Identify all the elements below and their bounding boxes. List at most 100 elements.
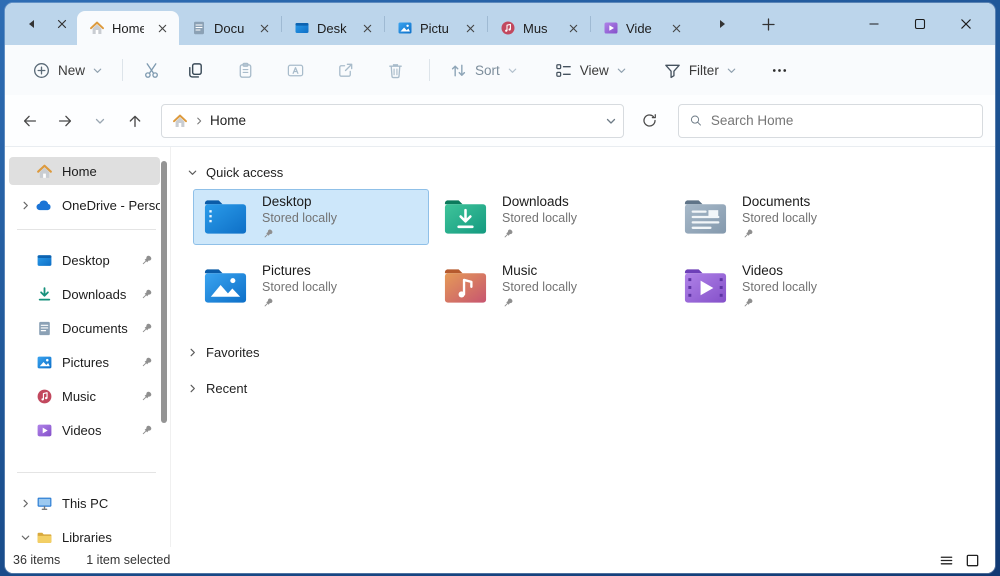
collapse-chevron-icon[interactable] (15, 532, 35, 543)
tab-scroll-left-button[interactable] (17, 9, 47, 39)
videos-icon (603, 20, 619, 36)
music-icon (35, 387, 53, 405)
sidebar-divider (17, 229, 156, 230)
plus-circle-icon (32, 61, 51, 80)
tab-close-icon[interactable] (562, 17, 584, 39)
sidebar-item-documents[interactable]: Documents (9, 314, 160, 342)
chevron-down-icon (726, 65, 737, 76)
tab-desktop[interactable]: Desk (282, 11, 384, 45)
scissors-icon (142, 61, 161, 80)
sidebar-item-libraries[interactable]: Libraries (9, 523, 160, 551)
sidebar-item-downloads[interactable]: Downloads (9, 280, 160, 308)
folder-tile-downloads[interactable]: Downloads Stored locally (433, 189, 669, 245)
filter-button[interactable]: Filter (654, 54, 746, 87)
pin-icon (140, 390, 154, 403)
tab-music[interactable]: Mus (488, 11, 590, 45)
address-bar[interactable]: Home (161, 104, 624, 138)
section-quick-access[interactable]: Quick access (187, 161, 995, 183)
view-button[interactable]: View (545, 54, 636, 87)
sidebar-item-music[interactable]: Music (9, 382, 160, 410)
cut-button[interactable] (133, 53, 169, 87)
folder-status: Stored locally (262, 280, 337, 296)
tab-documents[interactable]: Docu (179, 11, 281, 45)
sidebar-scrollbar[interactable] (161, 161, 167, 423)
tab-close-icon[interactable] (356, 17, 378, 39)
section-recent[interactable]: Recent (187, 377, 995, 399)
view-list-icon (554, 61, 573, 80)
window-controls (851, 3, 989, 45)
pictures-folder-icon (202, 266, 249, 306)
folder-tile-pictures[interactable]: Pictures Stored locally (193, 258, 429, 314)
sidebar-item-onedrive[interactable]: OneDrive - Perso (9, 191, 160, 219)
sort-button[interactable]: Sort (440, 54, 527, 87)
share-button[interactable] (327, 53, 363, 87)
desktop-folder-icon (202, 197, 249, 237)
more-options-button[interactable] (762, 53, 798, 87)
large-icons-view-button[interactable] (959, 550, 985, 570)
up-button[interactable] (118, 105, 151, 137)
tab-overflow-close-button[interactable] (47, 9, 77, 39)
new-button-label: New (58, 63, 85, 78)
new-button[interactable]: New (23, 54, 112, 87)
breadcrumb[interactable]: Home (210, 113, 246, 128)
close-button[interactable] (943, 6, 989, 42)
minimize-button[interactable] (851, 6, 897, 42)
tab-close-icon[interactable] (151, 17, 173, 39)
copy-button[interactable] (177, 53, 213, 87)
expand-chevron-icon (187, 383, 198, 394)
expand-chevron-icon[interactable] (15, 200, 35, 211)
back-button[interactable] (13, 105, 46, 137)
sort-arrows-icon (449, 61, 468, 80)
tab-home[interactable]: Home (77, 11, 179, 45)
maximize-button[interactable] (897, 6, 943, 42)
tab-close-icon[interactable] (253, 17, 275, 39)
music-folder-icon (442, 266, 489, 306)
downloads-icon (35, 285, 53, 303)
search-icon (689, 113, 703, 128)
sidebar-item-label: Downloads (62, 287, 140, 302)
section-favorites[interactable]: Favorites (187, 341, 995, 363)
address-dropdown-icon[interactable] (605, 115, 617, 127)
sidebar-item-label: OneDrive - Perso (62, 198, 160, 213)
folder-tile-desktop[interactable]: Desktop Stored locally (193, 189, 429, 245)
tab-close-icon[interactable] (459, 17, 481, 39)
sidebar-item-videos[interactable]: Videos (9, 416, 160, 444)
folder-name: Music (502, 263, 577, 280)
details-view-button[interactable] (933, 550, 959, 570)
paste-button[interactable] (227, 53, 263, 87)
items-count: 36 items (13, 553, 60, 567)
delete-button[interactable] (377, 53, 413, 87)
sidebar-item-label: Documents (62, 321, 140, 336)
expand-chevron-icon[interactable] (15, 498, 35, 509)
content-pane: Quick access Desktop Stored locally Down… (170, 147, 995, 547)
sidebar-item-desktop[interactable]: Desktop (9, 246, 160, 274)
folder-tile-music[interactable]: Music Stored locally (433, 258, 669, 314)
folder-tile-videos[interactable]: Videos Stored locally (673, 258, 909, 314)
music-icon (500, 20, 516, 36)
folder-tile-documents[interactable]: Documents Stored locally (673, 189, 909, 245)
refresh-button[interactable] (632, 105, 666, 137)
pictures-icon (397, 20, 413, 36)
section-label: Quick access (206, 165, 283, 180)
clipboard-icon (236, 61, 255, 80)
desktop-icon (294, 20, 310, 36)
this-pc-icon (35, 494, 53, 512)
tab-videos[interactable]: Vide (591, 11, 693, 45)
forward-button[interactable] (48, 105, 81, 137)
tab-close-icon[interactable] (665, 17, 687, 39)
rename-icon (286, 61, 305, 80)
tab-scroll-right-button[interactable] (707, 9, 737, 39)
share-icon (336, 61, 355, 80)
rename-button[interactable] (277, 53, 313, 87)
recent-locations-button[interactable] (83, 105, 116, 137)
filter-funnel-icon (663, 61, 682, 80)
new-tab-button[interactable] (753, 9, 783, 39)
tab-label: Pictu (420, 21, 452, 36)
sidebar-item-pictures[interactable]: Pictures (9, 348, 160, 376)
file-explorer-window: Home Docu Desk Pictu Mus Vide (5, 3, 995, 573)
sidebar-item-this-pc[interactable]: This PC (9, 489, 160, 517)
tab-pictures[interactable]: Pictu (385, 11, 487, 45)
sidebar-item-home[interactable]: Home (9, 157, 160, 185)
search-input[interactable] (711, 113, 972, 128)
collapse-chevron-icon (187, 167, 198, 178)
